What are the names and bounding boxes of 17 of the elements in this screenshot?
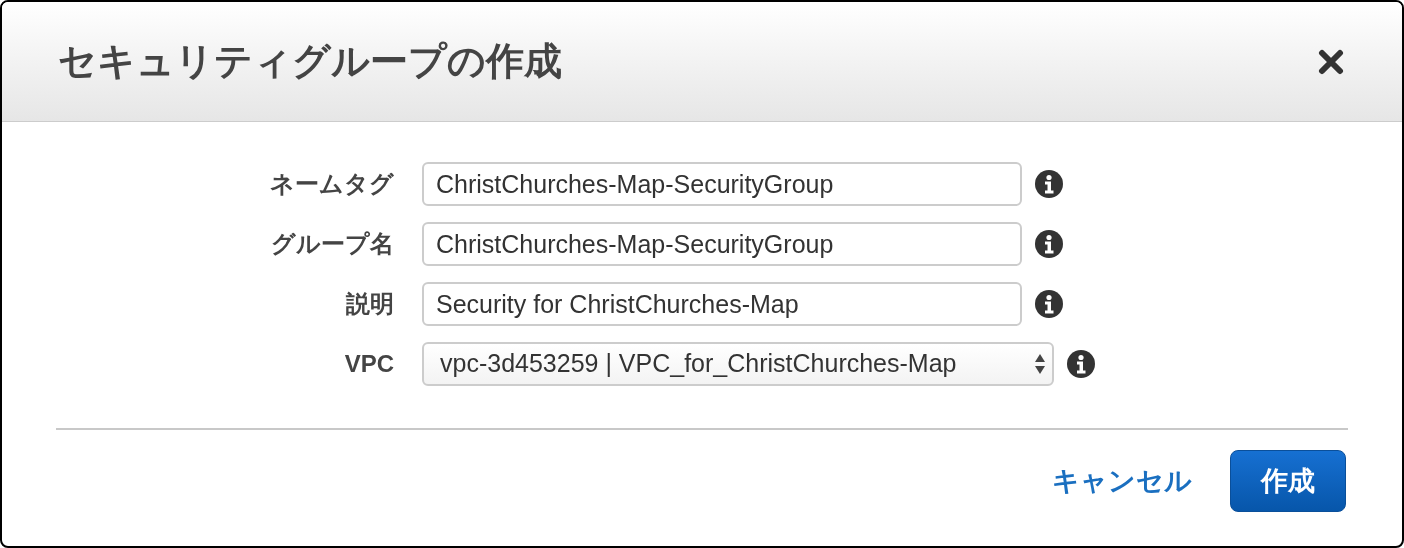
text-field[interactable]: ChristChurches-Map-SecurityGroup bbox=[422, 222, 1022, 266]
info-icon[interactable] bbox=[1034, 229, 1064, 259]
text-field[interactable]: ChristChurches-Map-SecurityGroup bbox=[422, 162, 1022, 206]
field-label: 説明 bbox=[345, 289, 394, 319]
field-label: グループ名 bbox=[270, 229, 394, 259]
info-icon[interactable] bbox=[1034, 169, 1064, 199]
field-label: ネームタグ bbox=[269, 169, 394, 199]
vpc-select[interactable]: vpc-3d453259 | VPC_for_ChristChurches-Map bbox=[422, 342, 1054, 386]
field-label: VPC bbox=[343, 349, 394, 379]
text-field[interactable]: Security for ChristChurches-Map bbox=[422, 282, 1022, 326]
cancel-link[interactable]: キャンセル bbox=[1052, 460, 1192, 502]
info-icon[interactable] bbox=[1034, 289, 1064, 319]
create-button[interactable]: 作成 bbox=[1230, 450, 1346, 512]
close-icon[interactable] bbox=[1318, 48, 1344, 75]
dialog-title: セキュリティグループの作成 bbox=[58, 39, 562, 84]
updown-icon bbox=[1034, 352, 1046, 376]
info-icon[interactable] bbox=[1066, 349, 1096, 379]
